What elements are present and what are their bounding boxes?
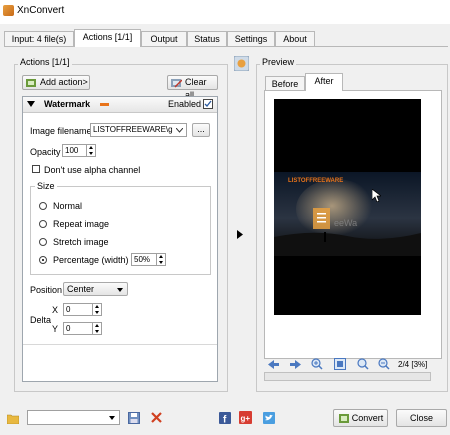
add-action-button[interactable]: Add action>	[22, 75, 90, 90]
percentage-value: 50%	[134, 255, 151, 264]
night-sky-photo	[274, 172, 421, 256]
twitter-icon[interactable]	[263, 412, 275, 424]
tab-status[interactable]: Status	[187, 31, 227, 46]
size-normal-radio[interactable]	[39, 202, 47, 210]
main-tabs: Input: 4 file(s) Actions [1/1] Output St…	[0, 29, 450, 47]
delete-icon[interactable]	[151, 412, 162, 423]
fit-to-window-icon[interactable]	[334, 358, 346, 370]
convert-label: Convert	[351, 413, 384, 423]
delta-x-stepper[interactable]: 0	[63, 303, 102, 316]
percentage-spin-buttons[interactable]	[156, 254, 165, 265]
preview-toggle-icon[interactable]	[234, 56, 249, 71]
position-label: Position	[30, 285, 63, 295]
image-filename-field[interactable]: LISTOFFREEWARE\g	[90, 123, 187, 137]
size-repeat-label: Repeat image	[53, 219, 110, 229]
zoom-out-icon[interactable]	[378, 358, 390, 370]
percentage-stepper[interactable]: 50%	[131, 253, 166, 266]
previous-icon[interactable]	[268, 359, 279, 370]
zoom-actual-icon[interactable]	[357, 358, 369, 370]
opacity-stepper[interactable]: 100	[62, 144, 96, 157]
page-indicator: 2/4 [3%]	[398, 360, 428, 369]
folder-icon[interactable]	[7, 413, 19, 424]
remove-action-icon[interactable]	[100, 103, 109, 106]
delta-x-spin-buttons[interactable]	[92, 304, 101, 315]
delta-y-value: 0	[66, 324, 71, 333]
convert-icon	[339, 414, 349, 423]
tab-actions[interactable]: Actions [1/1]	[74, 29, 141, 47]
preview-watermark-icon	[313, 208, 330, 229]
image-filename-label: Image filename	[30, 126, 92, 136]
facebook-icon[interactable]: f	[219, 412, 231, 424]
delta-label: Delta	[30, 315, 52, 325]
opacity-value: 100	[65, 146, 79, 155]
close-button[interactable]: Close	[396, 409, 447, 427]
check-icon	[204, 100, 212, 107]
collapse-arrow-icon[interactable]	[27, 101, 35, 108]
alpha-checkbox[interactable]	[32, 165, 40, 173]
size-label: Size	[35, 181, 57, 191]
svg-text:g+: g+	[241, 414, 251, 423]
size-stretch-radio[interactable]	[39, 238, 47, 246]
position-select[interactable]: Center	[63, 282, 128, 296]
panel-separator	[23, 344, 217, 345]
delta-y-spin-buttons[interactable]	[92, 323, 101, 334]
window-title: XnConvert	[17, 5, 65, 16]
delta-x-label: X	[52, 305, 59, 315]
browse-button[interactable]: ...	[192, 123, 210, 137]
delta-y-label: Y	[52, 324, 59, 334]
watermark-title: Watermark	[44, 99, 91, 109]
add-action-label: Add action>	[40, 77, 88, 87]
expand-arrow-icon[interactable]	[237, 230, 244, 239]
enabled-checkbox[interactable]	[203, 99, 213, 109]
chevron-down-icon	[176, 128, 183, 133]
tab-output[interactable]: Output	[141, 31, 187, 46]
clear-all-icon	[171, 79, 182, 88]
size-stretch-label: Stretch image	[53, 237, 109, 247]
next-icon[interactable]	[290, 359, 301, 370]
enabled-label: Enabled	[168, 99, 202, 109]
tab-about[interactable]: About	[275, 31, 315, 46]
preview-watermark-text: LISTOFFREEWARE	[288, 178, 344, 184]
preview-overlay-text: eeWa	[334, 218, 358, 228]
size-normal-label: Normal	[53, 201, 83, 211]
google-plus-icon[interactable]: g+	[239, 411, 252, 424]
save-icon[interactable]	[128, 412, 140, 424]
app-icon	[3, 5, 14, 16]
preset-select[interactable]	[27, 410, 120, 425]
mouse-cursor-icon	[372, 189, 381, 202]
preview-group-label: Preview	[260, 57, 297, 67]
preview-tab-before[interactable]: Before	[265, 76, 305, 91]
preset-arrow-icon	[109, 416, 115, 420]
preview-image	[274, 99, 421, 315]
position-value: Center	[67, 284, 95, 294]
add-action-icon	[26, 79, 36, 87]
title-bar	[0, 0, 450, 24]
preview-tab-after[interactable]: After	[305, 73, 343, 91]
size-repeat-radio[interactable]	[39, 220, 47, 228]
opacity-label: Opacity	[30, 147, 61, 157]
opacity-spin-buttons[interactable]	[86, 145, 95, 156]
actions-group-label: Actions [1/1]	[18, 57, 72, 67]
size-percentage-label: Percentage (width)	[53, 255, 129, 265]
delta-y-stepper[interactable]: 0	[63, 322, 102, 335]
clear-all-button[interactable]: Clear all	[167, 75, 218, 100]
preview-scrollbar[interactable]	[264, 372, 431, 381]
delta-x-value: 0	[66, 305, 71, 314]
tab-input[interactable]: Input: 4 file(s)	[4, 31, 74, 46]
alpha-label: Don't use alpha channel	[44, 165, 141, 175]
zoom-in-icon[interactable]	[311, 358, 323, 370]
convert-button[interactable]: Convert	[333, 409, 388, 427]
image-filename-value: LISTOFFREEWARE\g	[93, 125, 173, 134]
size-percentage-radio[interactable]	[39, 256, 47, 264]
tab-settings[interactable]: Settings	[227, 31, 275, 46]
select-arrow-icon	[117, 288, 123, 292]
